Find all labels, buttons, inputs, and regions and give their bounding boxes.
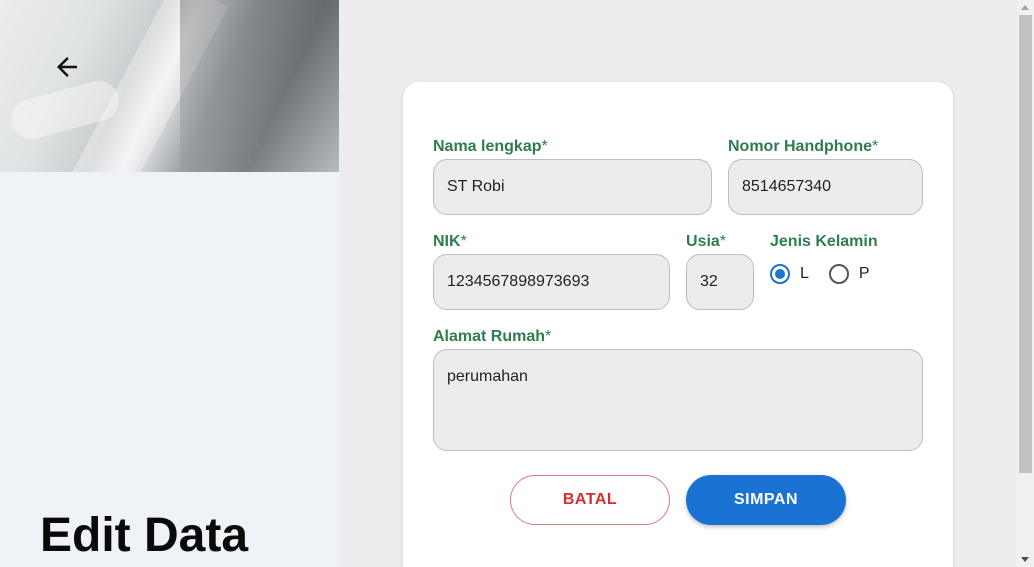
header-photo xyxy=(0,0,339,172)
gender-label: Jenis Kelamin xyxy=(770,233,878,250)
gender-option-l-label: L xyxy=(800,265,809,282)
save-button[interactable]: SIMPAN xyxy=(686,475,846,525)
edit-form-card: Nama lengkap* ST Robi Nomor Handphone* 8… xyxy=(403,82,953,567)
gender-radio-l[interactable] xyxy=(770,264,790,284)
back-button[interactable] xyxy=(48,48,86,86)
address-textarea[interactable]: perumahan xyxy=(433,349,923,451)
nik-label: NIK* xyxy=(433,233,467,250)
left-panel: Edit Data xyxy=(0,0,339,567)
arrow-left-icon xyxy=(57,57,77,77)
age-label: Usia* xyxy=(686,233,727,250)
age-input[interactable]: 32 xyxy=(686,254,754,310)
gender-radio-group: L P xyxy=(770,264,890,284)
cancel-button[interactable]: BATAL xyxy=(510,475,670,525)
scroll-down-arrow-icon[interactable] xyxy=(1021,557,1029,562)
full-name-label: Nama lengkap* xyxy=(433,138,548,155)
page-scrollbar[interactable] xyxy=(1017,0,1034,567)
gender-radio-p[interactable] xyxy=(828,264,849,284)
gender-option-p-label: P xyxy=(858,265,870,282)
scroll-thumb[interactable] xyxy=(1019,15,1032,473)
page-title: Edit Data xyxy=(40,509,249,562)
nik-input[interactable]: 1234567898973693 xyxy=(433,254,670,310)
full-name-input[interactable]: ST Robi xyxy=(433,159,712,215)
address-label: Alamat Rumah* xyxy=(433,328,552,345)
phone-label: Nomor Handphone* xyxy=(728,138,879,155)
scroll-up-arrow-icon[interactable] xyxy=(1021,5,1029,10)
phone-input[interactable]: 8514657340 xyxy=(728,159,923,215)
